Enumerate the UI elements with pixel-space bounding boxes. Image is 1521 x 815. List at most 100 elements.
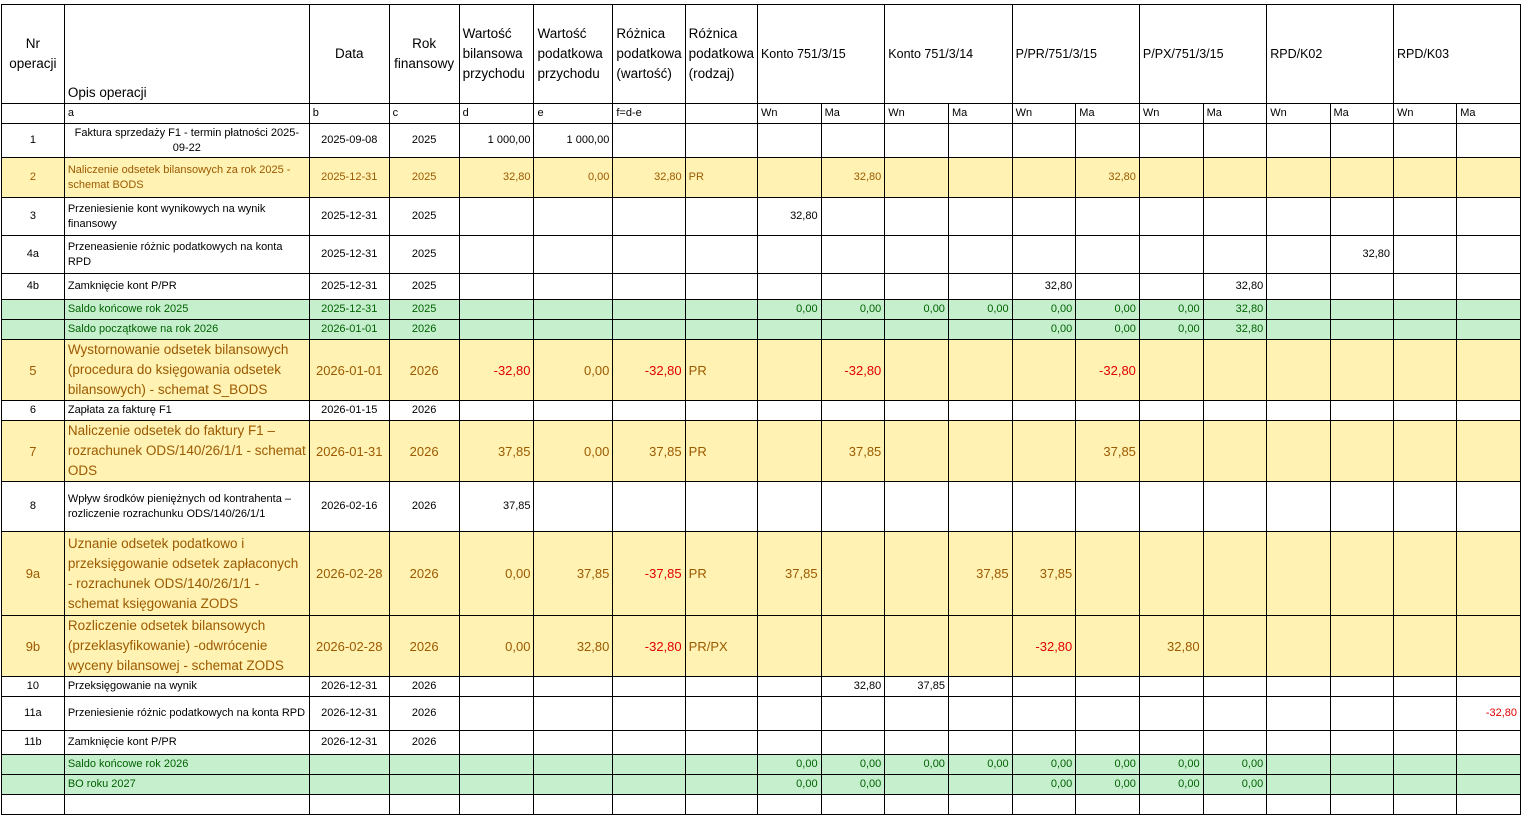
table-cell[interactable]: 32,80 bbox=[458, 157, 535, 198]
table-cell[interactable] bbox=[947, 615, 1013, 677]
table-cell[interactable]: 0,00 bbox=[947, 754, 1013, 775]
table-cell[interactable]: 32,80 bbox=[1202, 299, 1268, 320]
table-cell[interactable]: 32,80 bbox=[1202, 273, 1268, 300]
table-cell[interactable]: 0,00 bbox=[1138, 754, 1204, 775]
table-cell[interactable] bbox=[1138, 235, 1204, 274]
table-cell[interactable] bbox=[756, 481, 822, 532]
table-cell[interactable] bbox=[458, 754, 535, 775]
table-cell[interactable] bbox=[884, 696, 949, 731]
table-cell[interactable]: 1 000,00 bbox=[533, 123, 614, 158]
table-cell[interactable] bbox=[533, 754, 614, 775]
table-cell[interactable] bbox=[756, 400, 822, 421]
table-cell[interactable] bbox=[756, 339, 822, 401]
operation-description[interactable]: Przeniesienie kont wynikowych na wynik f… bbox=[63, 197, 310, 236]
subheader-cell[interactable]: Ma bbox=[820, 103, 886, 124]
table-cell[interactable]: 32,80 bbox=[1011, 273, 1077, 300]
operation-description[interactable]: Naliczenie odsetek bilansowych za rok 20… bbox=[63, 157, 310, 198]
table-cell[interactable] bbox=[1392, 730, 1458, 755]
table-cell[interactable] bbox=[388, 774, 460, 795]
subheader-cell[interactable]: Ma bbox=[1456, 103, 1521, 124]
table-cell[interactable] bbox=[684, 481, 758, 532]
subheader-cell[interactable]: a bbox=[63, 103, 310, 124]
table-cell[interactable] bbox=[1392, 319, 1458, 340]
table-cell[interactable] bbox=[1011, 339, 1077, 401]
table-cell[interactable]: 11a bbox=[1, 696, 65, 731]
table-cell[interactable] bbox=[1392, 754, 1458, 775]
table-cell[interactable] bbox=[1329, 754, 1394, 775]
table-cell[interactable] bbox=[684, 273, 758, 300]
table-cell[interactable]: 6 bbox=[1, 400, 65, 421]
table-cell[interactable]: 0,00 bbox=[820, 774, 886, 795]
table-cell[interactable] bbox=[308, 774, 390, 795]
table-cell[interactable]: PR bbox=[684, 339, 758, 401]
operation-description[interactable]: Naliczenie odsetek do faktury F1 – rozra… bbox=[63, 420, 310, 482]
table-cell[interactable]: PR bbox=[684, 420, 758, 482]
table-cell[interactable] bbox=[1456, 730, 1521, 755]
table-cell[interactable]: 0,00 bbox=[533, 157, 614, 198]
subheader-cell[interactable]: c bbox=[388, 103, 460, 124]
table-cell[interactable]: 0,00 bbox=[820, 754, 886, 775]
table-cell[interactable]: 4a bbox=[1, 235, 65, 274]
table-cell[interactable] bbox=[756, 420, 822, 482]
table-cell[interactable] bbox=[684, 730, 758, 755]
table-cell[interactable] bbox=[820, 730, 886, 755]
table-cell[interactable] bbox=[884, 774, 949, 795]
table-cell[interactable] bbox=[308, 794, 390, 815]
table-cell[interactable] bbox=[1456, 319, 1521, 340]
table-cell[interactable] bbox=[458, 774, 535, 795]
table-cell[interactable]: 0,00 bbox=[756, 754, 822, 775]
table-cell[interactable] bbox=[533, 730, 614, 755]
table-cell[interactable] bbox=[388, 754, 460, 775]
table-cell[interactable] bbox=[1011, 123, 1077, 158]
table-cell[interactable] bbox=[1, 794, 65, 815]
table-cell[interactable]: 32,80 bbox=[820, 157, 886, 198]
table-cell[interactable]: 37,85 bbox=[756, 531, 822, 616]
table-cell[interactable]: 2026-01-01 bbox=[308, 339, 390, 401]
table-cell[interactable]: 37,85 bbox=[947, 531, 1013, 616]
table-cell[interactable] bbox=[884, 420, 949, 482]
table-cell[interactable] bbox=[1266, 420, 1331, 482]
table-cell[interactable] bbox=[684, 197, 758, 236]
table-cell[interactable]: 0,00 bbox=[756, 774, 822, 795]
table-cell[interactable] bbox=[1392, 531, 1458, 616]
table-cell[interactable]: 2026 bbox=[388, 615, 460, 677]
table-cell[interactable] bbox=[756, 123, 822, 158]
table-cell[interactable] bbox=[1456, 794, 1521, 815]
table-cell[interactable]: 37,85 bbox=[1011, 531, 1077, 616]
operation-description[interactable]: Wystornowanie odsetek bilansowych (proce… bbox=[63, 339, 310, 401]
table-cell[interactable]: -32,80 bbox=[820, 339, 886, 401]
table-cell[interactable] bbox=[1266, 676, 1331, 697]
table-cell[interactable] bbox=[1392, 273, 1458, 300]
table-cell[interactable]: 0,00 bbox=[1138, 774, 1204, 795]
table-cell[interactable] bbox=[458, 730, 535, 755]
table-cell[interactable] bbox=[1392, 794, 1458, 815]
table-cell[interactable] bbox=[1456, 481, 1521, 532]
table-cell[interactable] bbox=[1202, 730, 1268, 755]
table-cell[interactable] bbox=[756, 157, 822, 198]
table-cell[interactable] bbox=[1392, 197, 1458, 236]
table-cell[interactable] bbox=[947, 235, 1013, 274]
table-cell[interactable] bbox=[1011, 696, 1077, 731]
table-cell[interactable] bbox=[1202, 123, 1268, 158]
table-cell[interactable] bbox=[820, 400, 886, 421]
table-cell[interactable] bbox=[1456, 235, 1521, 274]
table-cell[interactable] bbox=[1202, 696, 1268, 731]
table-cell[interactable]: 0,00 bbox=[1202, 754, 1268, 775]
table-cell[interactable]: 32,80 bbox=[1202, 319, 1268, 340]
table-cell[interactable] bbox=[1138, 696, 1204, 731]
table-cell[interactable] bbox=[388, 794, 460, 815]
table-cell[interactable] bbox=[884, 531, 949, 616]
table-cell[interactable] bbox=[1456, 123, 1521, 158]
table-cell[interactable]: 1 000,00 bbox=[458, 123, 535, 158]
table-cell[interactable] bbox=[1329, 615, 1394, 677]
table-cell[interactable] bbox=[1075, 197, 1140, 236]
table-cell[interactable] bbox=[1138, 123, 1204, 158]
table-cell[interactable] bbox=[947, 197, 1013, 236]
table-cell[interactable] bbox=[684, 676, 758, 697]
table-cell[interactable] bbox=[458, 676, 535, 697]
table-cell[interactable]: -32,80 bbox=[1456, 696, 1521, 731]
table-cell[interactable] bbox=[612, 794, 686, 815]
table-cell[interactable] bbox=[947, 157, 1013, 198]
table-cell[interactable] bbox=[1075, 235, 1140, 274]
table-cell[interactable] bbox=[1266, 400, 1331, 421]
